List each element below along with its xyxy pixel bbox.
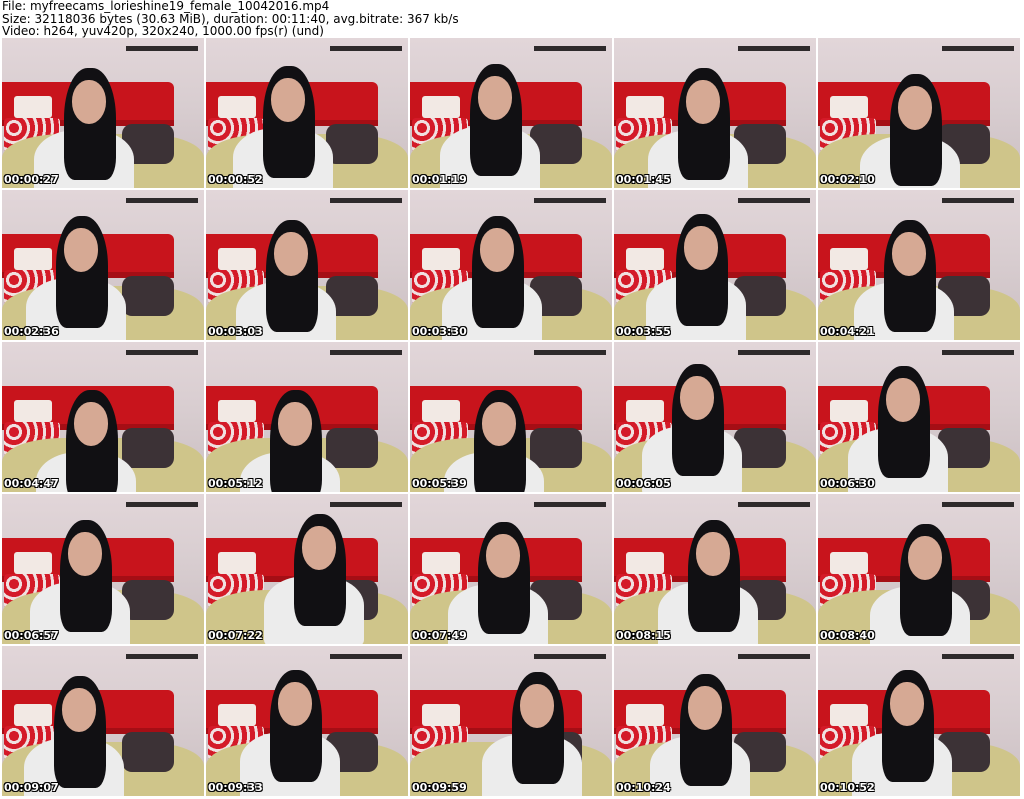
frame-image	[614, 38, 816, 188]
thumbnail-timestamp: 00:09:59	[412, 781, 467, 794]
thumbnail-timestamp: 00:01:19	[412, 173, 467, 186]
thumbnail-timestamp: 00:06:30	[820, 477, 875, 490]
frame-image	[410, 342, 612, 492]
thumbnail-frame: 00:00:27	[2, 38, 204, 188]
thumbnail-frame: 00:10:24	[614, 646, 816, 796]
thumbnail-timestamp: 00:00:27	[4, 173, 59, 186]
frame-image	[818, 38, 1020, 188]
thumbnail-frame: 00:09:59	[410, 646, 612, 796]
file-name-line: File: myfreecams_lorieshine19_female_100…	[2, 0, 330, 13]
thumbnail-timestamp: 00:10:52	[820, 781, 875, 794]
thumbnail-frame: 00:04:47	[2, 342, 204, 492]
thumbnail-timestamp: 00:03:03	[208, 325, 263, 338]
frame-image	[818, 190, 1020, 340]
thumbnail-frame: 00:02:10	[818, 38, 1020, 188]
frame-image	[206, 494, 408, 644]
frame-image	[2, 342, 204, 492]
video-info-line: Video: h264, yuv420p, 320x240, 1000.00 f…	[2, 24, 324, 38]
thumbnail-timestamp: 00:02:10	[820, 173, 875, 186]
thumbnail-timestamp: 00:03:30	[412, 325, 467, 338]
frame-image	[206, 342, 408, 492]
frame-image	[2, 646, 204, 796]
thumbnail-frame: 00:06:05	[614, 342, 816, 492]
frame-image	[206, 646, 408, 796]
thumbnail-frame: 00:03:03	[206, 190, 408, 340]
thumbnail-frame: 00:03:30	[410, 190, 612, 340]
frame-image	[410, 646, 612, 796]
thumbnail-timestamp: 00:01:45	[616, 173, 671, 186]
frame-image	[2, 190, 204, 340]
thumbnail-timestamp: 00:05:39	[412, 477, 467, 490]
thumbnail-frame: 00:02:36	[2, 190, 204, 340]
thumbnail-timestamp: 00:06:05	[616, 477, 671, 490]
thumbnail-frame: 00:05:39	[410, 342, 612, 492]
thumbnail-frame: 00:05:12	[206, 342, 408, 492]
thumbnail-frame: 00:00:52	[206, 38, 408, 188]
frame-image	[2, 494, 204, 644]
frame-image	[410, 190, 612, 340]
frame-image	[818, 342, 1020, 492]
thumbnail-timestamp: 00:05:12	[208, 477, 263, 490]
thumbnail-timestamp: 00:09:07	[4, 781, 59, 794]
thumbnail-frame: 00:01:19	[410, 38, 612, 188]
thumbnail-timestamp: 00:00:52	[208, 173, 263, 186]
thumbnail-timestamp: 00:07:22	[208, 629, 263, 642]
thumbnail-timestamp: 00:03:55	[616, 325, 671, 338]
thumbnail-timestamp: 00:02:36	[4, 325, 59, 338]
frame-image	[206, 38, 408, 188]
thumbnail-timestamp: 00:08:15	[616, 629, 671, 642]
thumbnail-frame: 00:08:15	[614, 494, 816, 644]
thumbnail-timestamp: 00:04:47	[4, 477, 59, 490]
frame-image	[410, 494, 612, 644]
frame-image	[614, 646, 816, 796]
file-info-header: File: myfreecams_lorieshine19_female_100…	[2, 0, 1022, 38]
thumbnail-grid: 00:00:27 00:00:52 00:01:19 00:01:45 00:02:10…	[2, 38, 1022, 798]
thumbnail-frame: 00:07:49	[410, 494, 612, 644]
thumbnail-frame: 00:01:45	[614, 38, 816, 188]
thumbnail-timestamp: 00:07:49	[412, 629, 467, 642]
frame-image	[614, 494, 816, 644]
thumbnail-timestamp: 00:06:57	[4, 629, 59, 642]
frame-image	[2, 38, 204, 188]
thumbnail-frame: 00:09:07	[2, 646, 204, 796]
frame-image	[410, 38, 612, 188]
thumbnail-frame: 00:06:30	[818, 342, 1020, 492]
thumbnail-frame: 00:07:22	[206, 494, 408, 644]
thumbnail-frame: 00:10:52	[818, 646, 1020, 796]
frame-image	[614, 190, 816, 340]
thumbnail-timestamp: 00:09:33	[208, 781, 263, 794]
thumbnail-frame: 00:09:33	[206, 646, 408, 796]
thumbnail-frame: 00:03:55	[614, 190, 816, 340]
frame-image	[206, 190, 408, 340]
frame-image	[818, 646, 1020, 796]
thumbnail-frame: 00:08:40	[818, 494, 1020, 644]
thumbnail-timestamp: 00:08:40	[820, 629, 875, 642]
frame-image	[818, 494, 1020, 644]
thumbnail-timestamp: 00:10:24	[616, 781, 671, 794]
thumbnail-timestamp: 00:04:21	[820, 325, 875, 338]
thumbnail-frame: 00:04:21	[818, 190, 1020, 340]
frame-image	[614, 342, 816, 492]
thumbnail-frame: 00:06:57	[2, 494, 204, 644]
